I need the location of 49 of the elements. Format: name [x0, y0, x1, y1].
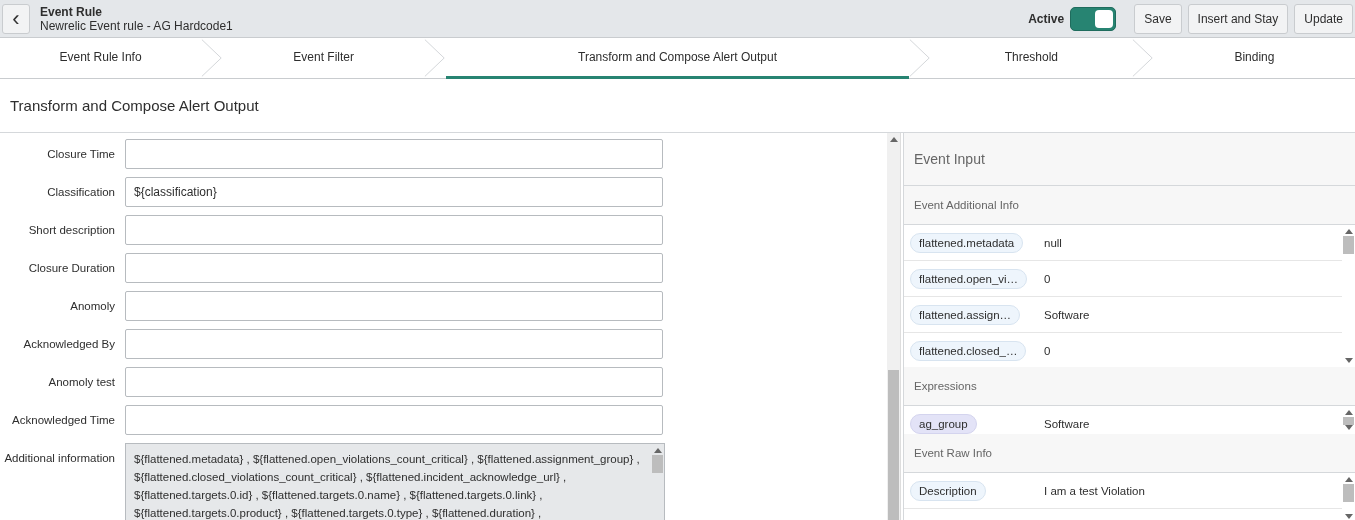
wizard-step-tab[interactable]: Event Rule Info: [0, 38, 202, 79]
text-field[interactable]: [125, 253, 663, 283]
field-label: Additional information: [3, 451, 116, 466]
field-label: Short description: [27, 223, 116, 238]
text-area[interactable]: ${flattened.metadata} , ${flattened.open_violations_count_critical} , ${flattened.assignment_group} , ${flattened.closed_violations_count_critical} , ${flattened.incident_acknowledge_url} , ${flattened.targets.0.id} , ${flattened.targets.0.name} , ${flattened.targets.0.link} , ${flattened.targets.0.product} , ${flattened.targets.0.type} , ${flattened.duration} ,: [125, 443, 665, 520]
back-button[interactable]: ‹: [2, 3, 30, 34]
wizard-step-tab[interactable]: Threshold: [930, 38, 1132, 79]
variable-value: I am a test Violation: [1044, 484, 1145, 497]
text-field[interactable]: [125, 215, 663, 245]
field-label: Anomoly test: [47, 375, 116, 390]
field-label: Anomoly: [69, 299, 116, 314]
section-title: Transform and Compose Alert Output: [10, 97, 259, 114]
header-button[interactable]: Update: [1294, 3, 1353, 34]
field-label: Classification: [46, 185, 116, 200]
header-button[interactable]: Insert and Stay: [1187, 3, 1289, 34]
scrollbar[interactable]: [887, 133, 901, 520]
section-heading: Expressions: [914, 380, 977, 392]
record-name: Newrelic Event rule - AG Hardcode1: [40, 18, 233, 33]
variable-pill[interactable]: flattened.metadata: [910, 232, 1024, 253]
field-label: Closure Duration: [27, 261, 116, 276]
active-toggle[interactable]: [1070, 6, 1117, 31]
text-field[interactable]: [125, 367, 663, 397]
field-label: Acknowledged Time: [11, 413, 116, 428]
text-field[interactable]: [125, 405, 663, 435]
text-field[interactable]: [125, 291, 663, 321]
panel-title: Event Input: [914, 151, 985, 167]
variable-value: Software: [1044, 308, 1090, 321]
wizard-step-tab[interactable]: Event Filter: [223, 38, 425, 79]
section-heading: Event Raw Info: [914, 447, 992, 459]
wizard-step-tab[interactable]: Binding: [1153, 38, 1355, 79]
variable-pill[interactable]: flattened.assign…: [910, 304, 1021, 325]
variable-value: 0: [1044, 272, 1051, 285]
variable-pill[interactable]: flattened.closed_…: [910, 340, 1027, 361]
variable-value: null: [1044, 236, 1062, 249]
variable-pill[interactable]: Description: [910, 480, 986, 501]
field-label: Acknowledged By: [22, 337, 116, 352]
record-type-title: Event Rule: [40, 4, 103, 19]
variable-value: 0: [1044, 344, 1051, 357]
text-field[interactable]: [125, 329, 663, 359]
variable-pill[interactable]: ag_group: [910, 413, 977, 434]
wizard-step-tab[interactable]: Transform and Compose Alert Output: [446, 38, 909, 79]
header-button[interactable]: Save: [1134, 3, 1182, 34]
text-field[interactable]: ${classification}: [125, 177, 663, 207]
text-field[interactable]: [125, 139, 663, 169]
variable-value: Software: [1044, 417, 1090, 430]
section-heading: Event Additional Info: [914, 199, 1019, 211]
active-label: Active: [1028, 11, 1065, 26]
variable-pill[interactable]: flattened.open_vi…: [910, 268, 1028, 289]
field-label: Closure Time: [46, 147, 116, 162]
